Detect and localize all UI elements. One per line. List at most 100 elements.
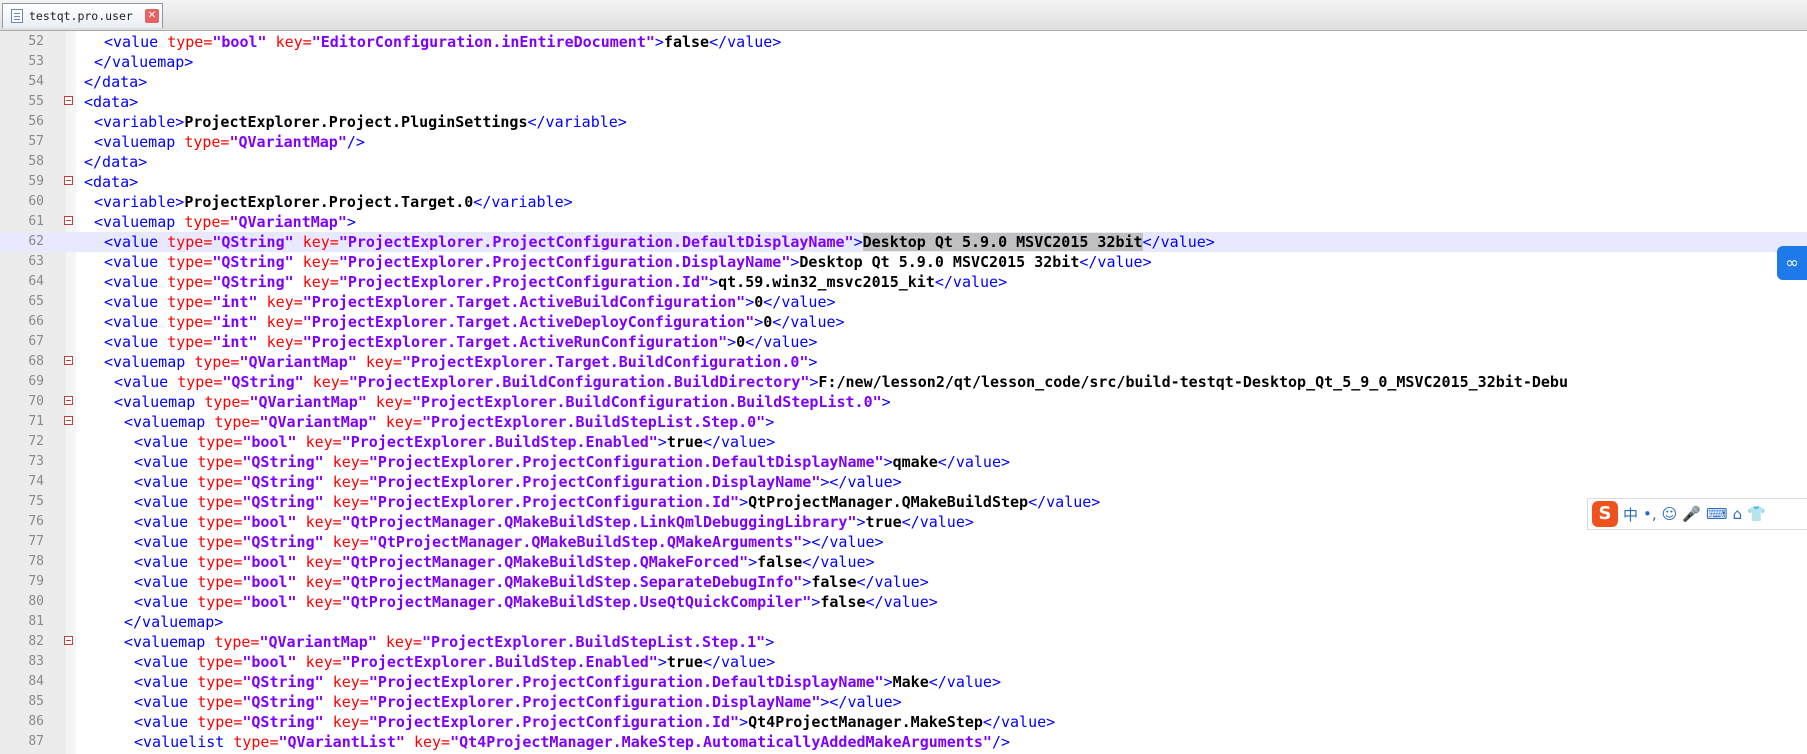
code-text: <value type="int" key="ProjectExplorer.T… <box>104 332 817 352</box>
code-line[interactable]: 69 <value type="QString" key="ProjectExpl… <box>0 372 1807 392</box>
ime-toolbar[interactable]: S 中 •, ☺ 🎤 ⌨ ⌂ 👕 <box>1587 498 1807 530</box>
code-token: key= <box>332 673 369 691</box>
code-line[interactable]: 80 <value type="bool" key="QtProjectManag… <box>0 592 1807 612</box>
chinese-mode-icon[interactable]: 中 <box>1623 504 1638 525</box>
code-token: > <box>748 553 758 571</box>
code-line[interactable]: 81 </valuemap> <box>0 612 1807 632</box>
code-token: key= <box>332 493 369 511</box>
code-token: <value <box>134 493 198 511</box>
code-line[interactable]: 84 <value type="QString" key="ProjectExpl… <box>0 672 1807 692</box>
code-line[interactable]: 82 <valuemap type="QVariantMap" key="Proj… <box>0 632 1807 652</box>
code-token: type= <box>197 473 243 491</box>
tab-testqt-pro-user[interactable]: testqt.pro.user ✕ <box>2 3 163 28</box>
skin-icon[interactable]: 👕 <box>1747 505 1766 523</box>
punctuation-icon[interactable]: •, <box>1643 505 1657 523</box>
code-line[interactable]: 66 <value type="int" key="ProjectExplorer… <box>0 312 1807 332</box>
line-number: 81 <box>28 614 44 629</box>
code-line[interactable]: 54 </data> <box>0 72 1807 92</box>
code-token: type= <box>197 493 243 511</box>
code-line[interactable]: 76 <value type="bool" key="QtProjectManag… <box>0 512 1807 532</box>
code-token: > <box>657 433 667 451</box>
code-token: type= <box>214 633 260 651</box>
code-token: "ProjectExplorer.ProjectConfiguration.Di… <box>368 473 821 491</box>
microphone-icon[interactable]: 🎤 <box>1682 505 1701 523</box>
code-token: <value <box>104 313 168 331</box>
fold-toggle-icon[interactable] <box>64 216 73 225</box>
fold-toggle-icon[interactable] <box>64 356 73 365</box>
code-line[interactable]: 77 <value type="QString" key="QtProjectMa… <box>0 532 1807 552</box>
code-text: <value type="bool" key="ProjectExplorer.… <box>134 432 775 452</box>
code-token: key= <box>302 233 339 251</box>
code-line[interactable]: 75 <value type="QString" key="ProjectExpl… <box>0 492 1807 512</box>
code-token: type= <box>167 273 213 291</box>
code-line[interactable]: 63 <value type="QString" key="ProjectExpl… <box>0 252 1807 272</box>
fold-toggle-icon[interactable] <box>64 176 73 185</box>
code-token: <valuemap <box>124 633 215 651</box>
code-line[interactable]: 67 <value type="int" key="ProjectExplorer… <box>0 332 1807 352</box>
line-number: 56 <box>28 114 44 129</box>
code-line[interactable]: 79 <value type="bool" key="QtProjectManag… <box>0 572 1807 592</box>
emoji-icon[interactable]: ☺ <box>1662 505 1678 523</box>
code-token: /> <box>991 733 1011 751</box>
code-token: Qt4ProjectManager.MakeStep <box>748 713 983 731</box>
ime-logo-icon[interactable]: S <box>1592 501 1618 527</box>
code-line[interactable]: 70 <valuemap type="QVariantMap" key="Proj… <box>0 392 1807 412</box>
code-token: key= <box>305 653 342 671</box>
code-line[interactable]: 52 <value type="bool" key="EditorConfigur… <box>0 32 1807 52</box>
code-line[interactable]: 60 <variable>ProjectExplorer.Project.Targ… <box>0 192 1807 212</box>
code-line[interactable]: 83 <value type="bool" key="ProjectExplore… <box>0 652 1807 672</box>
fold-toggle-icon[interactable] <box>64 396 73 405</box>
code-line[interactable]: 57 <valuemap type="QVariantMap"/> <box>0 132 1807 152</box>
code-token: </value> <box>937 453 1011 471</box>
code-line[interactable]: 64 <value type="QString" key="ProjectExpl… <box>0 272 1807 292</box>
code-line[interactable]: 55 <data> <box>0 92 1807 112</box>
code-line[interactable]: 62 <value type="QString" key="ProjectExpl… <box>0 232 1807 252</box>
code-editor[interactable]: 52 <value type="bool" key="EditorConfigur… <box>0 31 1807 754</box>
code-line[interactable]: 65 <value type="int" key="ProjectExplorer… <box>0 292 1807 312</box>
fold-toggle-icon[interactable] <box>64 416 73 425</box>
code-token: 0 <box>736 333 746 351</box>
cloud-sync-icon[interactable]: ∞ <box>1777 246 1807 280</box>
code-token: <value <box>134 533 198 551</box>
line-number: 55 <box>28 94 44 109</box>
code-token: /> <box>346 133 365 151</box>
line-number: 70 <box>28 394 44 409</box>
code-line[interactable]: 73 <value type="QString" key="ProjectExpl… <box>0 452 1807 472</box>
line-number: 67 <box>28 334 44 349</box>
code-line[interactable]: 86 <value type="QString" key="ProjectExpl… <box>0 712 1807 732</box>
code-line[interactable]: 71 <valuemap type="QVariantMap" key="Proj… <box>0 412 1807 432</box>
code-token: <value <box>134 513 198 531</box>
code-text: <value type="bool" key="QtProjectManager… <box>134 572 929 592</box>
code-line[interactable]: 87 <valuelist type="QVariantList" key="Qt… <box>0 732 1807 752</box>
fold-toggle-icon[interactable] <box>64 96 73 105</box>
code-line[interactable]: 74 <value type="QString" key="ProjectExpl… <box>0 472 1807 492</box>
code-token: "ProjectExplorer.Target.ActiveBuildConfi… <box>302 293 746 311</box>
code-token: </data> <box>84 73 148 91</box>
close-icon[interactable]: ✕ <box>145 9 159 23</box>
code-token: "bool" <box>242 593 297 611</box>
code-line[interactable]: 56 <variable>ProjectExplorer.Project.Plug… <box>0 112 1807 132</box>
fold-toggle-icon[interactable] <box>64 636 73 645</box>
code-line[interactable]: 68 <valuemap type="QVariantMap" key="Proj… <box>0 352 1807 372</box>
toolbox-icon[interactable]: ⌂ <box>1733 505 1743 523</box>
code-text: <valuemap type="QVariantMap" key="Projec… <box>124 412 774 432</box>
line-number: 54 <box>28 74 44 89</box>
code-text: <value type="int" key="ProjectExplorer.T… <box>104 292 836 312</box>
code-token: key= <box>332 453 369 471</box>
code-line[interactable]: 61 <valuemap type="QVariantMap"> <box>0 212 1807 232</box>
code-token: key= <box>312 373 349 391</box>
code-line[interactable]: 53 </valuemap> <box>0 52 1807 72</box>
keyboard-icon[interactable]: ⌨ <box>1706 505 1728 523</box>
code-token: Make <box>892 673 929 691</box>
code-token: <valuemap <box>114 393 205 411</box>
code-line[interactable]: 59 <data> <box>0 172 1807 192</box>
code-token: type= <box>233 733 279 751</box>
code-text: <variable>ProjectExplorer.Project.Plugin… <box>94 112 627 132</box>
code-line[interactable]: 85 <value type="QString" key="ProjectExpl… <box>0 692 1807 712</box>
code-line[interactable]: 78 <value type="bool" key="QtProjectManag… <box>0 552 1807 572</box>
code-line[interactable]: 58 </data> <box>0 152 1807 172</box>
code-line[interactable]: 72 <value type="bool" key="ProjectExplore… <box>0 432 1807 452</box>
code-token: </variable> <box>527 113 627 131</box>
